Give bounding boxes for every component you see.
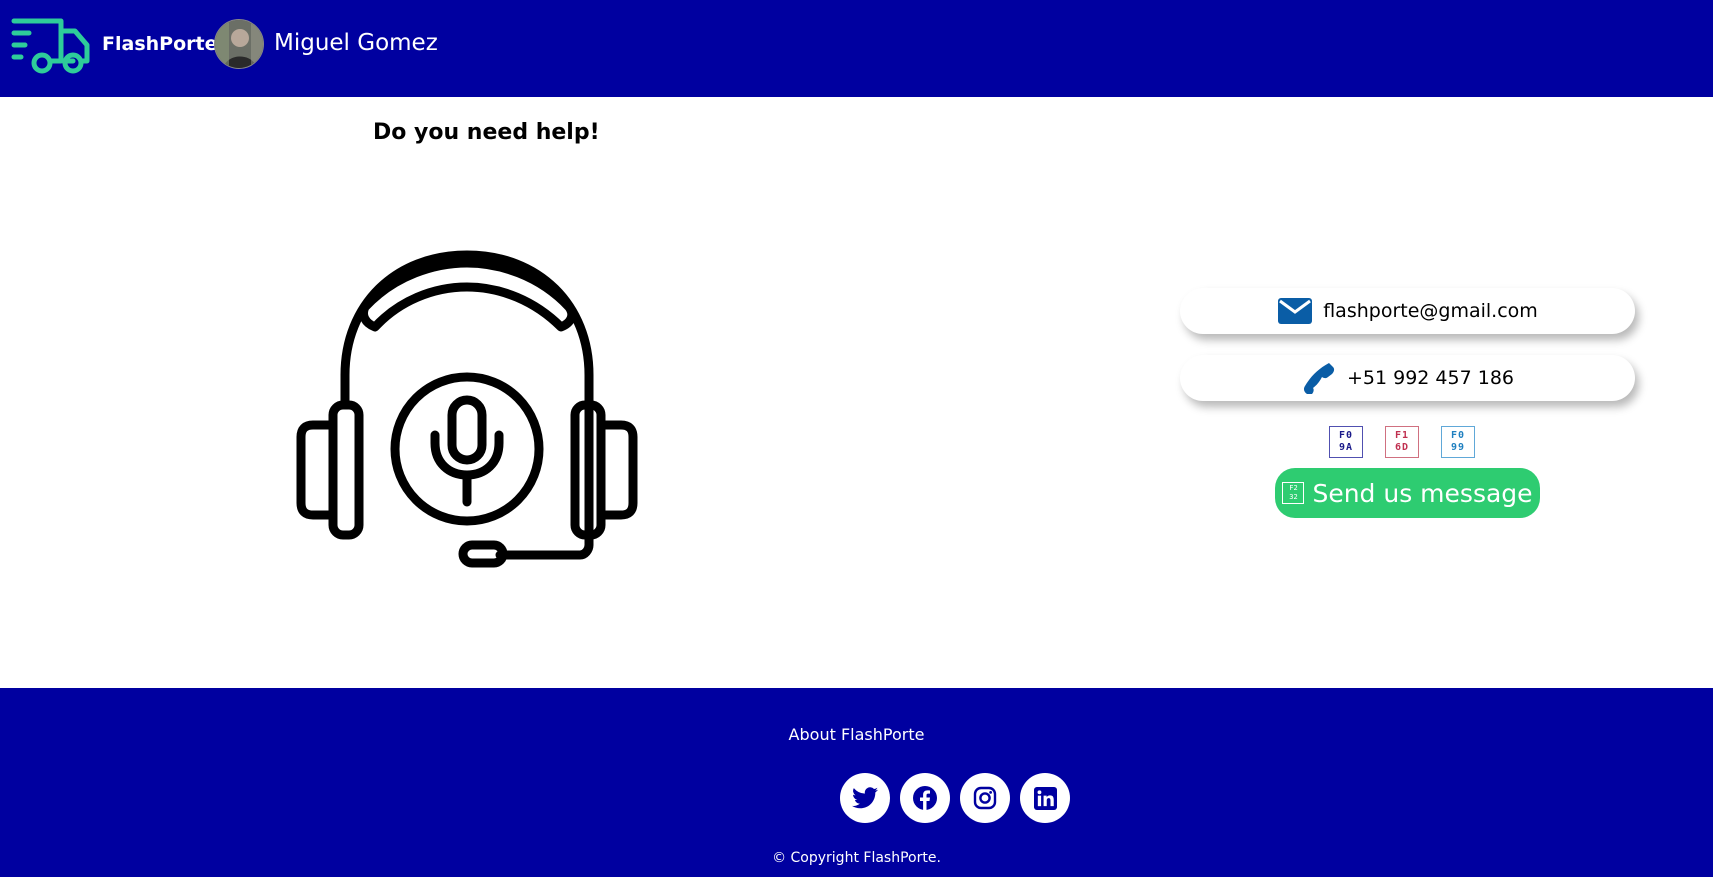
footer: About FlashPorte © Copyright FlashPorte. [0,688,1713,877]
page-title: Do you need help! [373,120,600,145]
facebook-icon[interactable] [900,773,950,823]
twitter-icon[interactable] [840,773,890,823]
linkedin-icon[interactable] [1020,773,1070,823]
missing-glyph-icon-2[interactable]: F1 6D [1385,426,1419,458]
send-message-label: Send us message [1312,478,1533,508]
missing-glyph-icon-1[interactable]: F0 9A [1329,426,1363,458]
brand-name[interactable]: FlashPorte [102,33,217,55]
social-links [840,773,1070,823]
envelope-icon [1277,295,1313,327]
delivery-truck-logo-icon[interactable] [11,15,93,75]
phone-icon [1301,362,1337,394]
avatar[interactable] [214,19,264,69]
instagram-icon[interactable] [960,773,1010,823]
top-navbar: FlashPorte Miguel Gomez [0,0,1713,97]
headset-microphone-icon [296,250,638,568]
missing-glyph-icon: F2 32 [1282,482,1305,504]
missing-glyph-icon-3[interactable]: F0 99 [1441,426,1475,458]
about-link[interactable]: About FlashPorte [0,725,1713,744]
send-message-button[interactable]: F2 32 Send us message [1275,468,1540,518]
phone-number[interactable]: +51 992 457 186 [1347,367,1514,389]
copyright-text: © Copyright FlashPorte. [772,850,941,866]
username[interactable]: Miguel Gomez [274,30,438,56]
email-address[interactable]: flashporte@gmail.com [1323,300,1538,322]
email-contact[interactable]: flashporte@gmail.com [1180,288,1635,334]
phone-contact[interactable]: +51 992 457 186 [1180,355,1635,401]
